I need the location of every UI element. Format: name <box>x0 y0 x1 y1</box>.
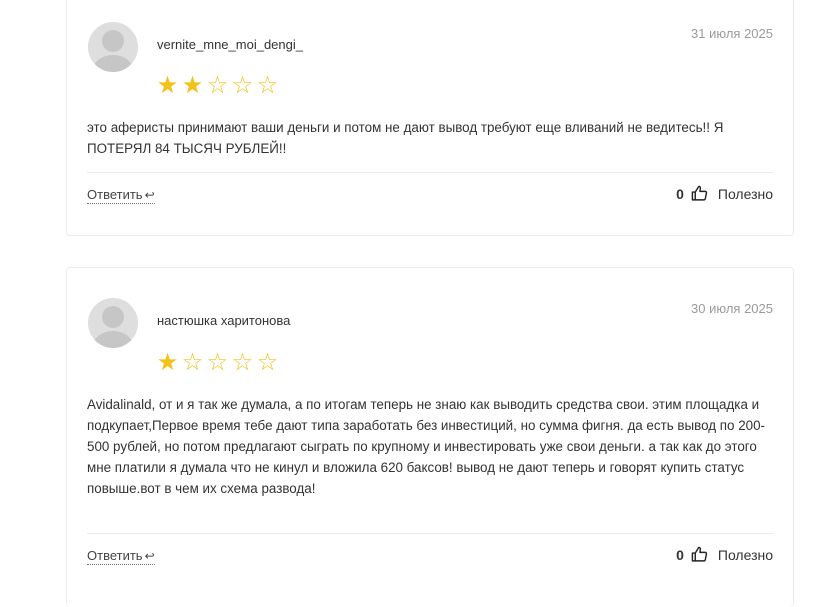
review-date: 31 июля 2025 <box>691 26 773 41</box>
helpful-count: 0 <box>676 546 684 563</box>
star-outline-icon: ☆ <box>231 71 254 99</box>
helpful-label: Полезно <box>717 546 773 563</box>
star-outline-icon: ☆ <box>206 71 229 99</box>
thumbs-up-icon[interactable] <box>691 185 708 202</box>
avatar <box>88 298 138 348</box>
star-filled-icon: ★ <box>181 71 204 99</box>
reply-link[interactable]: Ответить ↩ <box>87 187 155 204</box>
star-rating: ★ ★ ☆ ☆ ☆ <box>155 73 280 97</box>
review-card: vernite_mne_moi_dengi_ 31 июля 2025 ★ ★ ☆ ☆… <box>66 0 794 236</box>
review-card: настюшка харитонова 30 июля 2025 ★ ☆ ☆ ☆ ☆ A… <box>66 267 794 607</box>
star-outline-icon: ☆ <box>256 71 279 99</box>
review-author: настюшка харитонова <box>157 313 291 328</box>
helpful-count: 0 <box>676 185 684 202</box>
star-filled-icon: ★ <box>156 71 179 99</box>
helpful-block: 0 Полезно <box>676 185 773 202</box>
reply-link[interactable]: Ответить ↩ <box>87 548 155 565</box>
avatar <box>88 22 138 72</box>
helpful-block: 0 Полезно <box>676 546 773 563</box>
divider <box>87 172 773 173</box>
review-date: 30 июля 2025 <box>691 301 773 316</box>
star-outline-icon: ☆ <box>206 348 229 376</box>
star-outline-icon: ☆ <box>256 348 279 376</box>
reply-label: Ответить <box>87 187 143 202</box>
reply-label: Ответить <box>87 548 143 563</box>
star-rating: ★ ☆ ☆ ☆ ☆ <box>155 350 280 374</box>
review-text: Avidalinald, от и я так же думала, а по … <box>87 397 766 496</box>
divider <box>87 533 773 534</box>
helpful-label: Полезно <box>717 185 773 202</box>
star-outline-icon: ☆ <box>231 348 254 376</box>
review-text: это аферисты принимают ваши деньги и пот… <box>87 120 724 156</box>
reply-arrow-icon: ↩ <box>144 549 155 563</box>
star-filled-icon: ★ <box>156 348 179 376</box>
review-author: vernite_mne_moi_dengi_ <box>157 37 303 52</box>
reply-arrow-icon: ↩ <box>144 188 155 202</box>
star-outline-icon: ☆ <box>181 348 204 376</box>
thumbs-up-icon[interactable] <box>691 546 708 563</box>
